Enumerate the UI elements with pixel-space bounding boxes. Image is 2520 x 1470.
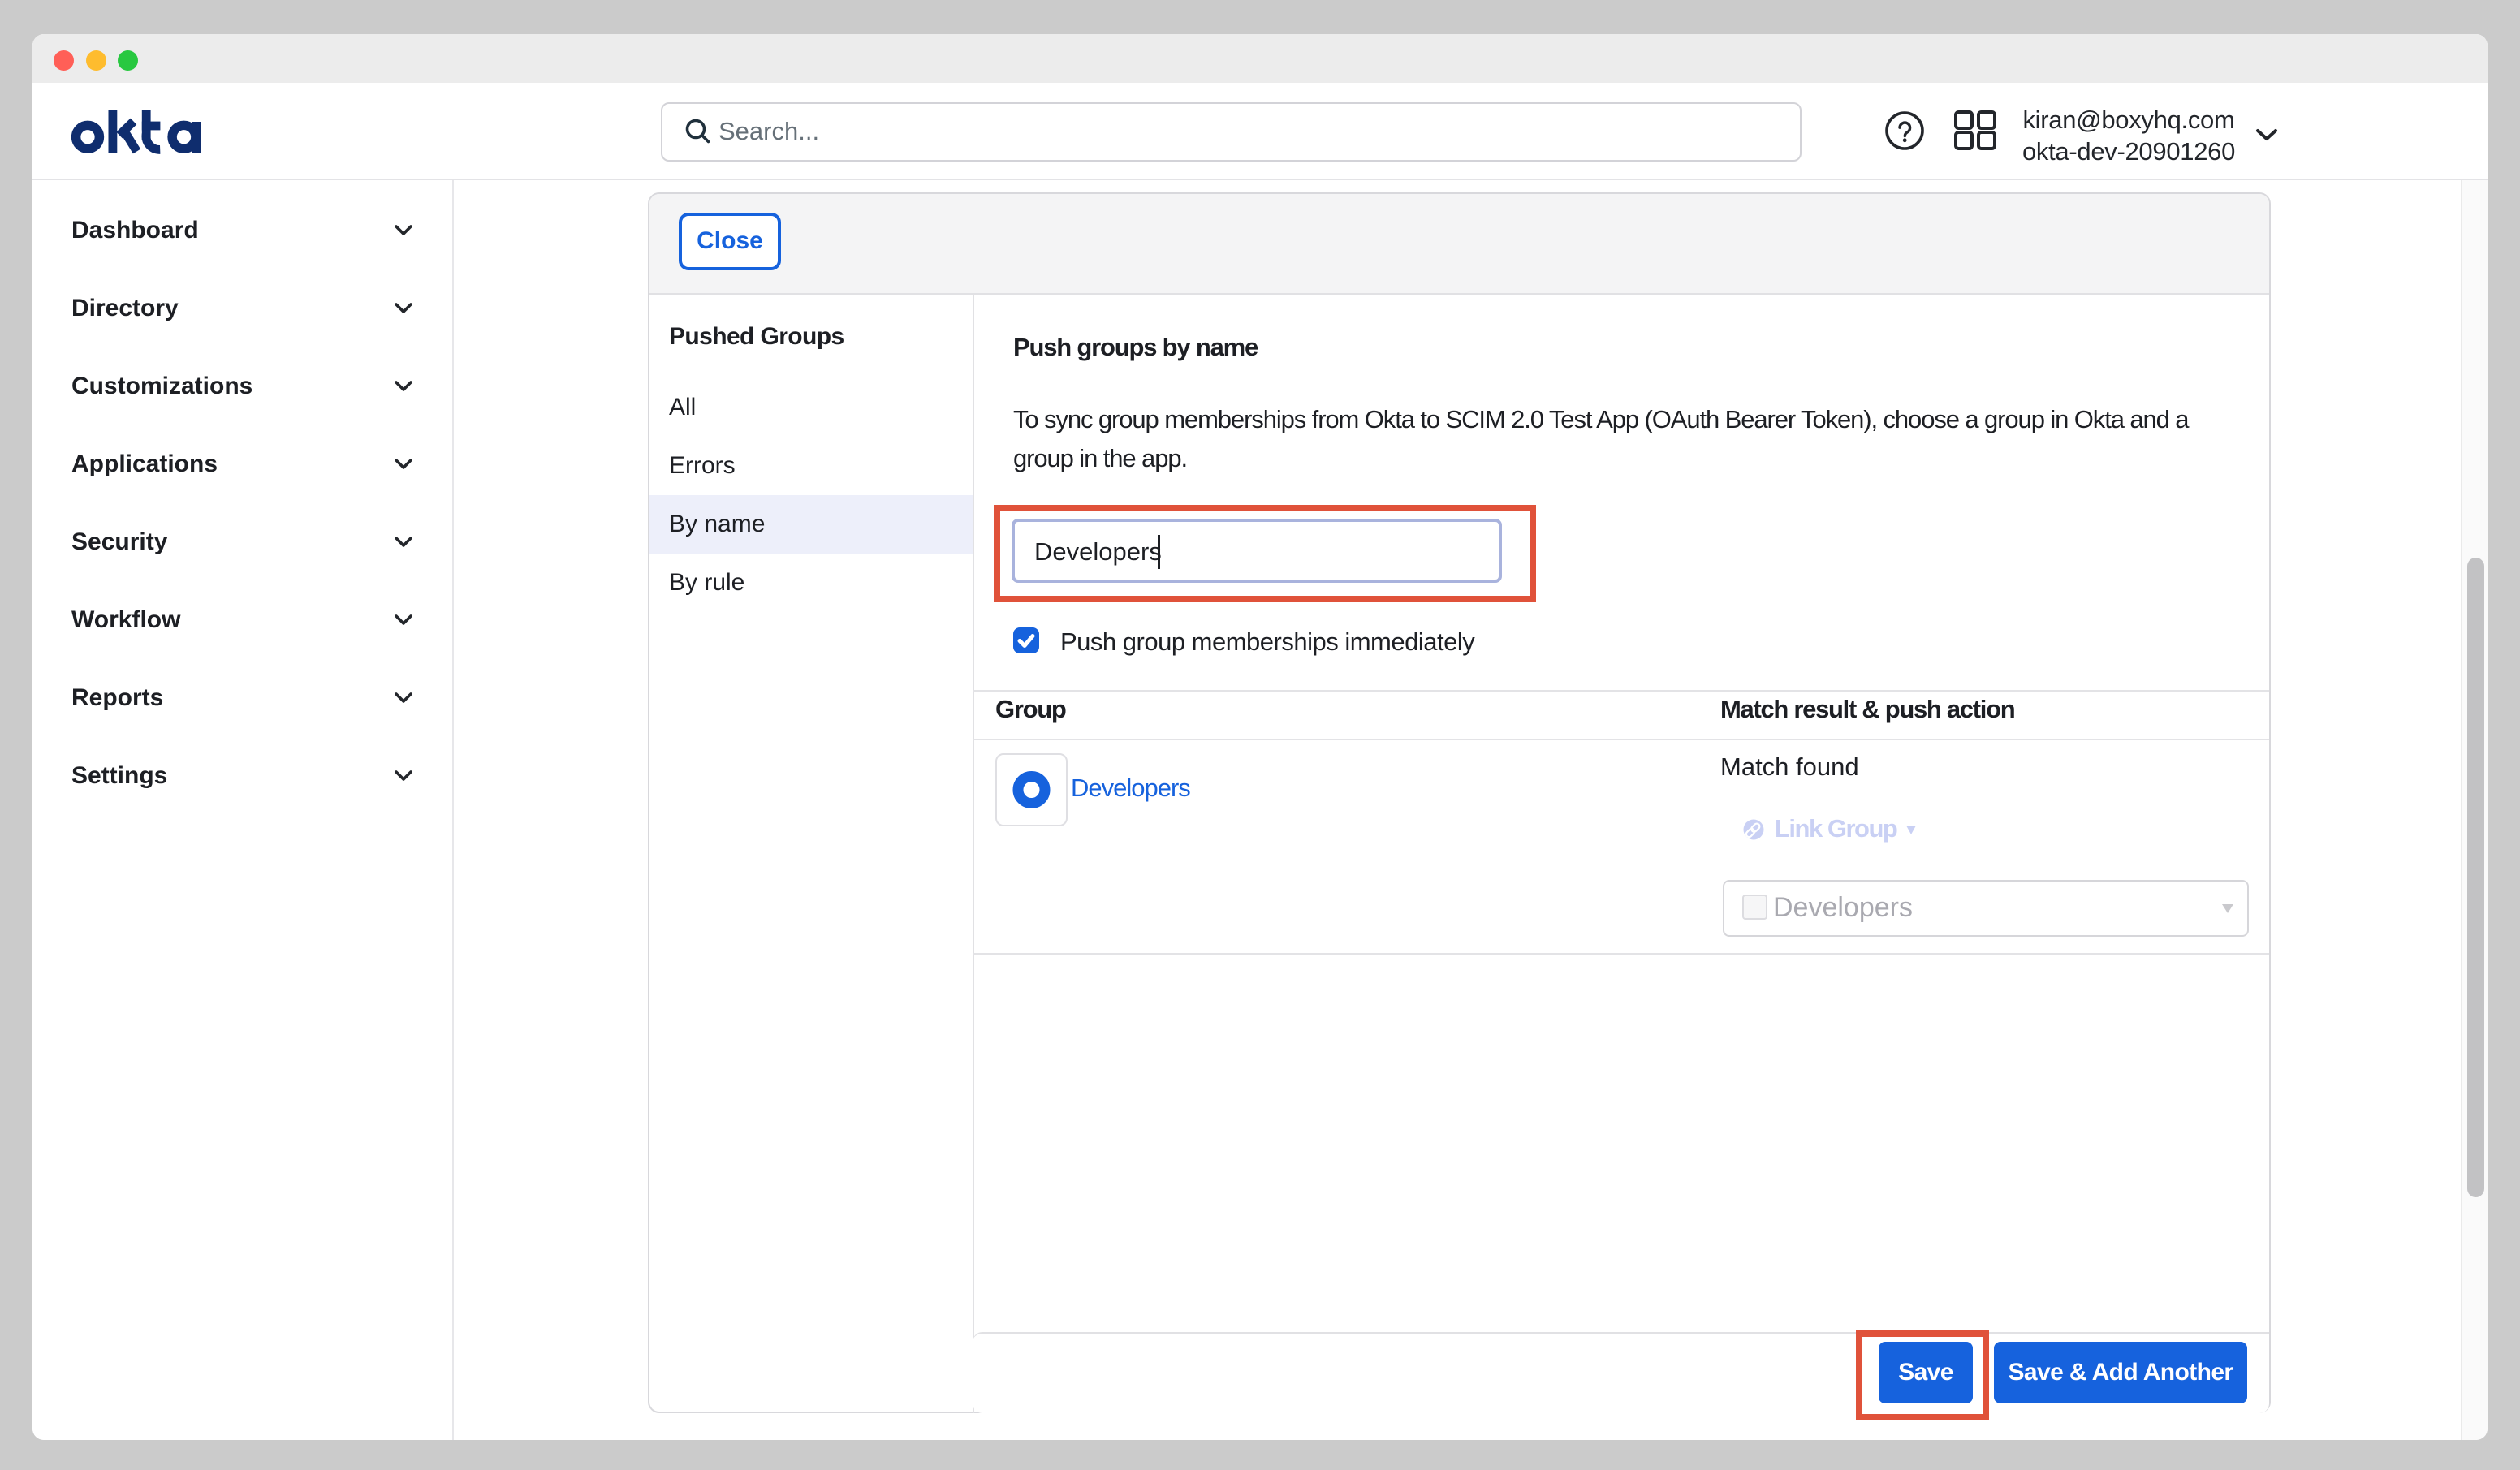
svg-text:Link Group: Link Group <box>1775 814 1897 843</box>
